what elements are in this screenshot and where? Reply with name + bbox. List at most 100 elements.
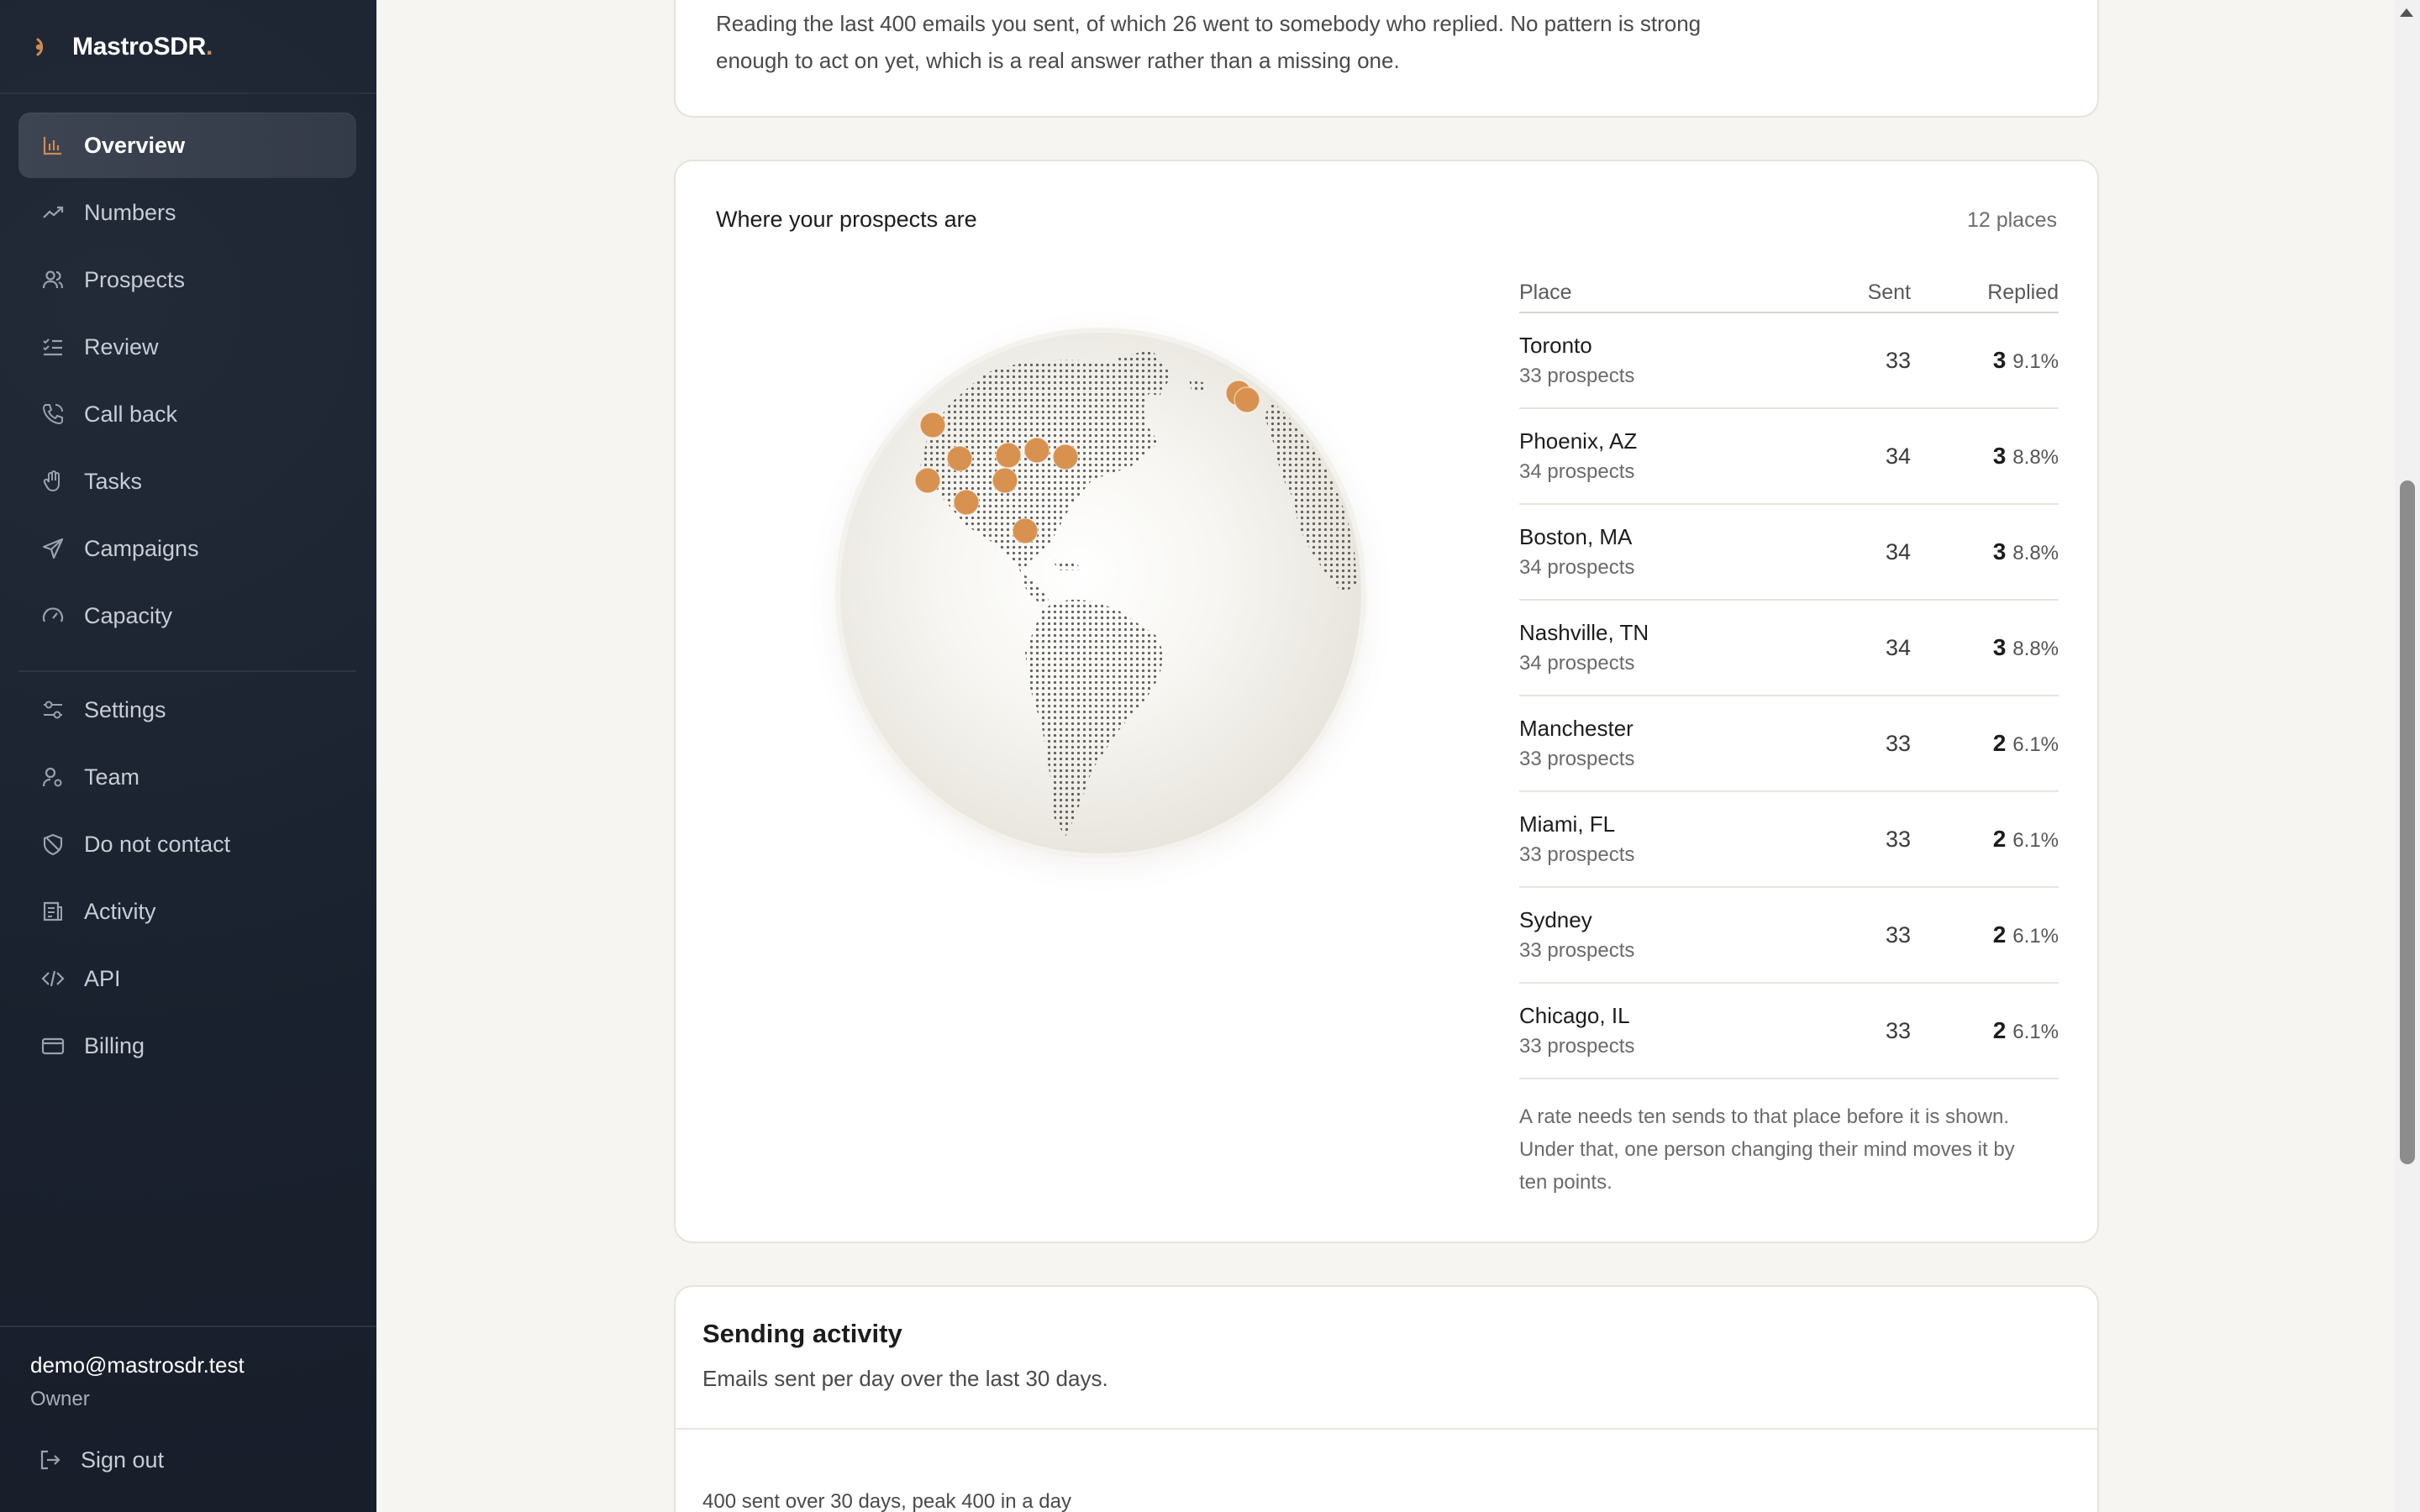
replied-count: 3 [1992,538,2007,564]
sidebar-divider [0,1326,376,1327]
sent-count: 34 [1793,504,1911,601]
reply-rate: 6.1% [2012,925,2059,948]
gauge-icon [40,603,66,628]
insight-text: Reading the last 400 emails you sent, of… [716,11,1702,73]
brand[interactable]: MastroSDR. [30,30,213,64]
sidebar-item-label: Prospects [84,266,186,292]
sidebar-item-label: Activity [84,898,156,924]
location-marker[interactable] [946,445,973,472]
table-row[interactable]: Toronto 33 prospects 33 3 9.1% [1519,312,2059,409]
places-title: Where your prospects are [716,207,977,232]
location-marker[interactable] [953,489,980,516]
user-cog-icon [40,764,66,790]
sidebar-item-call-back[interactable]: Call back [18,381,356,447]
sidebar-item-label: Settings [84,696,166,722]
reply-rate: 6.1% [2012,829,2059,852]
table-row[interactable]: Miami, FL 33 prospects 33 2 6.1% [1519,791,2059,888]
location-marker[interactable] [1023,437,1050,464]
place-prospects: 33 prospects [1519,365,1635,387]
users-icon [40,267,66,292]
column-header-place[interactable]: Place [1519,269,1793,313]
log-icon [40,899,66,924]
reply-rate: 6.1% [2012,733,2059,756]
column-header-replied[interactable]: Replied [1911,269,2059,313]
location-marker[interactable] [1012,517,1039,544]
place-prospects: 34 prospects [1519,556,1635,579]
location-marker[interactable] [1052,444,1079,470]
replied-count: 2 [1992,1017,2007,1043]
globe-markers [914,380,1260,544]
sent-count: 34 [1793,408,1911,505]
places-count: 12 places [1966,208,2057,232]
sent-count: 34 [1793,600,1911,696]
sidebar-item-label: Campaigns [84,535,199,561]
sent-count: 33 [1793,887,1911,984]
sidebar-item-numbers[interactable]: Numbers [18,180,356,245]
nav-divider [18,670,356,672]
table-row[interactable]: Chicago, IL 33 prospects 33 2 6.1% [1519,983,2059,1079]
table-row[interactable]: Manchester 33 prospects 33 2 6.1% [1519,696,2059,792]
replied-count: 3 [1992,634,2007,660]
location-marker[interactable] [914,467,941,494]
code-icon [40,966,66,991]
sent-count: 33 [1793,983,1911,1079]
location-marker[interactable] [1234,386,1260,413]
places-card: Where your prospects are 12 places Place… [674,160,2099,1243]
replied-count: 2 [1992,921,2007,948]
sidebar-item-review[interactable]: Review [18,314,356,380]
bar-chart-icon [40,133,66,158]
sidebar-item-settings[interactable]: Settings [18,677,356,743]
location-marker[interactable] [992,467,1018,494]
place-name: Toronto [1519,333,1592,358]
replied-count: 3 [1992,347,2007,373]
sidebar-item-activity[interactable]: Activity [18,879,356,944]
hand-icon [40,469,66,494]
secondary-nav: Settings Team Do not contact Activity AP… [18,677,356,1080]
sidebar-item-billing[interactable]: Billing [18,1013,356,1079]
reply-rate: 6.1% [2012,1021,2059,1043]
reply-rate: 8.8% [2012,542,2059,564]
place-prospects: 33 prospects [1519,748,1635,770]
reply-rate: 8.8% [2012,446,2059,469]
globe-map[interactable] [840,333,1361,853]
sidebar-item-campaigns[interactable]: Campaigns [18,516,356,581]
place-prospects: 33 prospects [1519,939,1635,962]
sign-out-button[interactable]: Sign out [37,1443,164,1477]
section-title: Sending activity [702,1319,902,1348]
sidebar-item-label: Call back [84,401,178,427]
scroll-up-arrow-icon[interactable] [2400,8,2413,17]
user-email: demo@mastrosdr.test [30,1352,245,1378]
sidebar-item-overview[interactable]: Overview [18,113,356,178]
place-prospects: 33 prospects [1519,843,1635,866]
section-subtitle: Emails sent per day over the last 30 day… [702,1366,1108,1391]
table-row[interactable]: Phoenix, AZ 34 prospects 34 3 8.8% [1519,408,2059,505]
sending-activity-card: Sending activity Emails sent per day ove… [674,1285,2099,1512]
sidebar-item-team[interactable]: Team [18,744,356,810]
log-out-icon [37,1447,62,1473]
location-marker[interactable] [995,442,1022,469]
sidebar-item-capacity[interactable]: Capacity [18,583,356,648]
place-prospects: 34 prospects [1519,460,1635,483]
sidebar-item-api[interactable]: API [18,946,356,1011]
sidebar-divider [0,92,376,94]
column-header-sent[interactable]: Sent [1793,269,1911,313]
places-note: A rate needs ten sends to that place bef… [1519,1105,2015,1194]
reply-rate: 8.8% [2012,638,2059,660]
table-row[interactable]: Boston, MA 34 prospects 34 3 8.8% [1519,504,2059,601]
sidebar-item-do-not-contact[interactable]: Do not contact [18,811,356,877]
scrollbar[interactable] [2395,0,2420,1512]
places-table: Place Sent Replied Toronto 33 prospects 3… [1519,269,2059,1079]
insight-card: Reading the last 400 emails you sent, of… [674,0,2099,118]
table-row[interactable]: Sydney 33 prospects 33 2 6.1% [1519,887,2059,984]
place-name: Phoenix, AZ [1519,428,1638,454]
sidebar-item-prospects[interactable]: Prospects [18,247,356,312]
card-icon [40,1033,66,1058]
sidebar: MastroSDR. Overview Numbers Prospects Re… [0,0,376,1512]
place-prospects: 33 prospects [1519,1035,1635,1058]
sidebar-item-label: Capacity [84,602,173,628]
sidebar-item-tasks[interactable]: Tasks [18,449,356,514]
table-row[interactable]: Nashville, TN 34 prospects 34 3 8.8% [1519,600,2059,696]
scrollbar-thumb[interactable] [2400,480,2415,1164]
replied-count: 2 [1992,826,2007,852]
location-marker[interactable] [919,412,946,438]
